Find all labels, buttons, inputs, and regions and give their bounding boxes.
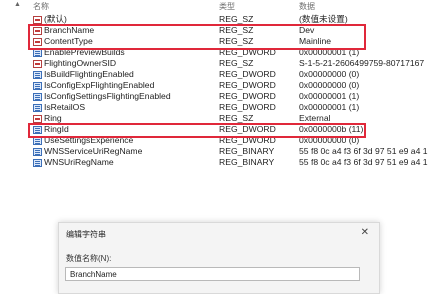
row-name: IsConfigExpFlightingEnabled	[44, 80, 155, 90]
row-data: 0x00000001 (1)	[299, 91, 360, 101]
edit-string-dialog: 编辑字符串 ✕ 数值名称(N):	[58, 222, 380, 294]
row-type: REG_SZ	[219, 58, 254, 68]
binary-value-icon	[33, 147, 42, 156]
row-name-cell: IsRetailOS	[33, 102, 85, 113]
row-name: IsBuildFlightingEnabled	[44, 69, 134, 79]
row-name: WNSUriRegName	[44, 157, 114, 167]
row-data: 0x00000000 (0)	[299, 69, 360, 79]
registry-row[interactable]: FlightingOwnerSID REG_SZ S-1-5-21-26064997…	[0, 58, 430, 69]
registry-row[interactable]: IsRetailOS REG_DWORD 0x00000001 (1)	[0, 102, 430, 113]
dialog-title: 编辑字符串	[66, 230, 106, 239]
binary-value-icon	[33, 103, 42, 112]
close-icon[interactable]: ✕	[361, 227, 369, 238]
column-header-data[interactable]: 数据	[299, 1, 315, 12]
column-header-name[interactable]: 名称	[33, 1, 49, 12]
list-header: 名称 类型 数据	[0, 0, 430, 12]
binary-value-icon	[33, 92, 42, 101]
row-name: IsRetailOS	[44, 102, 86, 112]
row-data: 55 f8 0c a4 f3 6f 3d 97 51 e9 a4 1	[299, 157, 428, 167]
registry-row[interactable]: IsBuildFlightingEnabled REG_DWORD 0x000000…	[0, 69, 430, 80]
value-name-label: 数值名称(N):	[66, 254, 112, 263]
row-name: WNSServiceUriRegName	[44, 146, 143, 156]
row-name: IsConfigSettingsFlightingEnabled	[44, 91, 171, 101]
string-value-icon	[33, 15, 42, 24]
row-type: REG_DWORD	[219, 69, 276, 79]
row-name-cell: FlightingOwnerSID	[33, 58, 116, 69]
row-data: 55 f8 0c a4 f3 6f 3d 97 51 e9 a4 1	[299, 146, 428, 156]
row-name-cell: IsConfigExpFlightingEnabled	[33, 80, 154, 91]
binary-value-icon	[33, 158, 42, 167]
binary-value-icon	[33, 81, 42, 90]
string-value-icon	[33, 59, 42, 68]
highlight-box-ring	[28, 123, 366, 138]
row-data: 0x00000000 (0)	[299, 80, 360, 90]
registry-row[interactable]: WNSServiceUriRegName REG_BINARY 55 f8 0c a…	[0, 146, 430, 157]
row-type: REG_DWORD	[219, 102, 276, 112]
row-name-cell: IsBuildFlightingEnabled	[33, 69, 134, 80]
string-value-icon	[33, 114, 42, 123]
row-name-cell: WNSServiceUriRegName	[33, 146, 142, 157]
row-name-cell: WNSUriRegName	[33, 157, 114, 168]
row-data: S-1-5-21-2606499759-80717167	[299, 58, 425, 68]
row-type: REG_DWORD	[219, 80, 276, 90]
registry-row[interactable]: WNSUriRegName REG_BINARY 55 f8 0c a4 f3 6f…	[0, 157, 430, 168]
registry-values-list: ▲ 名称 类型 数据 (默认) REG_SZ (数值未设置) BranchName RE…	[0, 0, 430, 196]
row-name-cell: IsConfigSettingsFlightingEnabled	[33, 91, 171, 102]
value-name-input[interactable]	[65, 267, 360, 281]
highlight-box-branch-content	[28, 24, 366, 50]
row-type: REG_BINARY	[219, 157, 275, 167]
column-header-type[interactable]: 类型	[219, 1, 235, 12]
row-name: FlightingOwnerSID	[44, 58, 117, 68]
row-type: REG_DWORD	[219, 91, 276, 101]
registry-row[interactable]: IsConfigSettingsFlightingEnabled REG_DWOR…	[0, 91, 430, 102]
binary-value-icon	[33, 70, 42, 79]
registry-row[interactable]: IsConfigExpFlightingEnabled REG_DWORD 0x00…	[0, 80, 430, 91]
row-type: REG_BINARY	[219, 146, 275, 156]
row-data: 0x00000001 (1)	[299, 102, 360, 112]
